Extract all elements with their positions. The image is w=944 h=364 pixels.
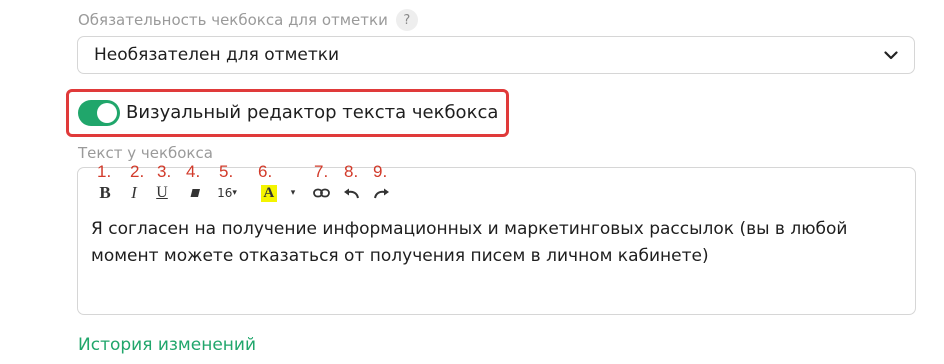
font-size-button[interactable]: 16 ▾ [214, 183, 240, 203]
link-icon[interactable] [312, 183, 330, 203]
required-field-label-text: Обязательность чекбокса для отметки [78, 11, 388, 29]
annotation-1: 1. [97, 162, 112, 181]
toggle-knob [97, 103, 117, 123]
chevron-down-icon [884, 50, 898, 60]
text-color-icon: A [260, 184, 277, 202]
annotation-2: 2. [130, 162, 145, 181]
text-color-button[interactable]: A ▾ [258, 183, 298, 203]
visual-editor-label: Визуальный редактор текста чекбокса [126, 102, 499, 123]
required-select[interactable]: Необязателен для отметки [77, 36, 915, 74]
italic-button[interactable]: I [128, 183, 140, 203]
undo-icon[interactable] [342, 183, 360, 203]
annotation-6: 6. [258, 162, 273, 181]
visual-editor-toggle[interactable] [78, 100, 120, 126]
required-field-label: Обязательность чекбокса для отметки ? [78, 9, 418, 31]
caret-down-icon: ▾ [232, 188, 237, 198]
eraser-icon[interactable] [187, 183, 203, 203]
annotation-8: 8. [344, 162, 359, 181]
checkbox-text-label: Текст у чекбокса [78, 144, 213, 162]
caret-down-icon: ▾ [290, 188, 296, 198]
history-link[interactable]: История изменений [78, 335, 256, 355]
font-size-value: 16 [217, 186, 233, 200]
annotation-3: 3. [157, 162, 172, 181]
annotation-5: 5. [219, 162, 234, 181]
annotation-9: 9. [373, 162, 388, 181]
editor-content: Я согласен на получение информационных и… [91, 219, 848, 266]
bold-button[interactable]: B [98, 183, 112, 203]
annotation-4: 4. [186, 162, 201, 181]
underline-button[interactable]: U [154, 183, 170, 203]
select-value: Необязателен для отметки [94, 45, 340, 65]
annotation-7: 7. [314, 162, 329, 181]
help-icon[interactable]: ? [395, 9, 418, 31]
redo-icon[interactable] [372, 183, 390, 203]
